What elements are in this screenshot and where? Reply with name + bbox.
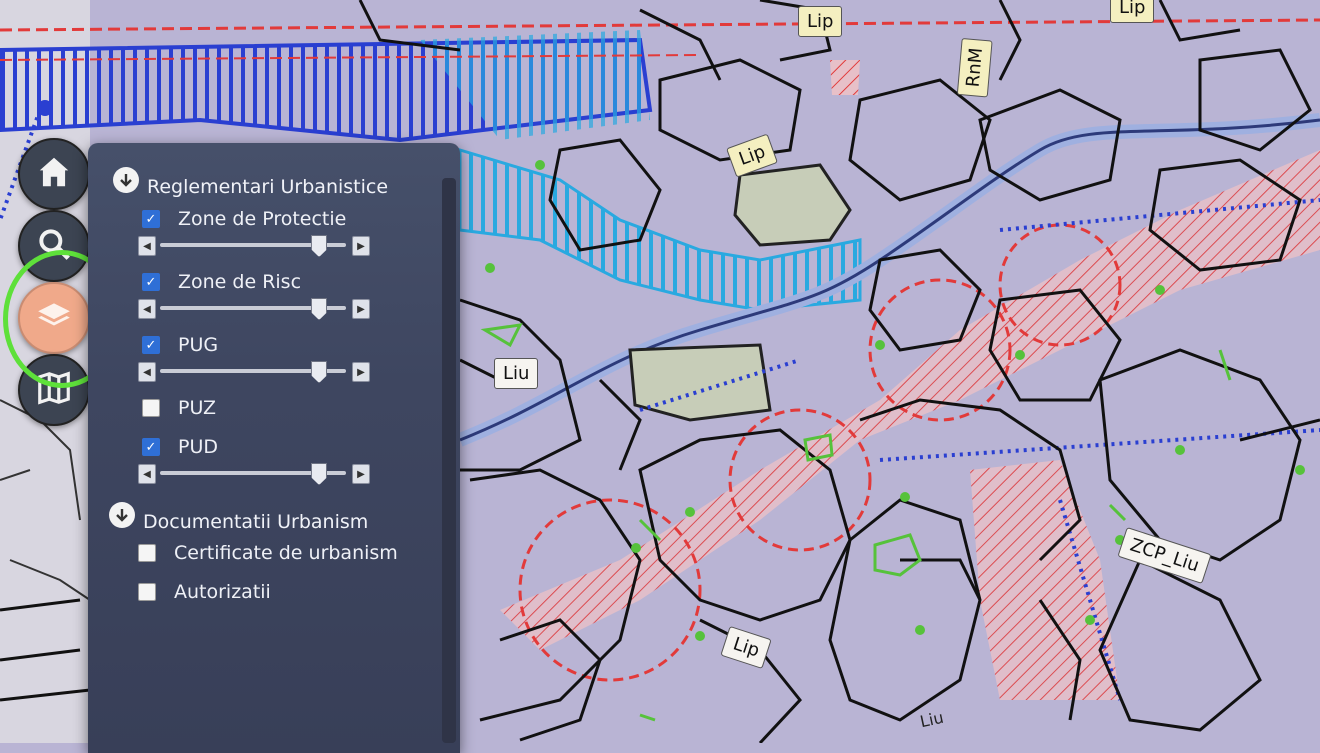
map-label-rnm: RnM — [956, 37, 993, 98]
home-icon — [35, 153, 73, 195]
slider-left-arrow-icon[interactable]: ◀ — [138, 299, 156, 319]
checkbox-certificate-de-urbanism[interactable] — [138, 544, 156, 562]
layer-zone-de-risc[interactable]: ✓ Zone de Risc — [142, 271, 301, 293]
opacity-slider-zone-de-risc[interactable]: ◀ ▶ — [138, 298, 370, 320]
layer-autorizatii[interactable]: Autorizatii — [138, 581, 271, 603]
map-label-lip-top: Lip — [798, 6, 843, 37]
layer-pud[interactable]: ✓ PUD — [142, 436, 218, 458]
layer-certificate-de-urbanism[interactable]: Certificate de urbanism — [138, 542, 398, 564]
layer-label: Zone de Protectie — [178, 208, 347, 230]
slider-right-arrow-icon[interactable]: ▶ — [352, 236, 370, 256]
slider-right-arrow-icon[interactable]: ▶ — [352, 362, 370, 382]
home-button[interactable] — [18, 138, 90, 210]
slider-thumb[interactable] — [311, 298, 328, 320]
risk-zone-small — [830, 60, 860, 95]
checkbox-autorizatii[interactable] — [138, 583, 156, 601]
layer-label: Autorizatii — [174, 581, 271, 603]
opacity-slider-zone-de-protectie[interactable]: ◀ ▶ — [138, 235, 370, 257]
slider-left-arrow-icon[interactable]: ◀ — [138, 362, 156, 382]
group-title: Documentatii Urbanism — [143, 511, 369, 533]
slider-thumb[interactable] — [311, 361, 328, 383]
layer-puz[interactable]: PUZ — [142, 397, 216, 419]
arrow-down-icon[interactable] — [113, 167, 139, 193]
checkbox-zone-de-protectie[interactable]: ✓ — [142, 210, 160, 228]
layer-label: PUG — [178, 334, 219, 356]
layer-label: PUZ — [178, 397, 217, 419]
slider-left-arrow-icon[interactable]: ◀ — [138, 464, 156, 484]
opacity-slider-pug[interactable]: ◀ ▶ — [138, 361, 370, 383]
layer-zone-de-protectie[interactable]: ✓ Zone de Protectie — [142, 208, 346, 230]
checkbox-pud[interactable]: ✓ — [142, 438, 160, 456]
layer-label: PUD — [178, 436, 218, 458]
map-label-liu-left: Liu — [494, 358, 539, 389]
slider-thumb[interactable] — [311, 463, 328, 485]
slider-thumb[interactable] — [311, 235, 328, 257]
group-reglementari-urbanistice[interactable]: Reglementari Urbanistice — [113, 162, 388, 198]
layer-label: Zone de Risc — [178, 271, 302, 293]
checkbox-pug[interactable]: ✓ — [142, 336, 160, 354]
opacity-slider-pud[interactable]: ◀ ▶ — [138, 463, 370, 485]
park-central — [628, 343, 772, 422]
checkbox-puz[interactable] — [142, 399, 160, 417]
slider-right-arrow-icon[interactable]: ▶ — [352, 299, 370, 319]
panel-scrollbar[interactable] — [442, 178, 456, 743]
layer-label: Certificate de urbanism — [174, 542, 398, 564]
checkbox-zone-de-risc[interactable]: ✓ — [142, 273, 160, 291]
arrow-down-icon[interactable] — [109, 502, 135, 528]
slider-right-arrow-icon[interactable]: ▶ — [352, 464, 370, 484]
map-label-lip-top-right: Lip — [1110, 0, 1155, 23]
group-title: Reglementari Urbanistice — [147, 176, 389, 198]
slider-left-arrow-icon[interactable]: ◀ — [138, 236, 156, 256]
layer-pug[interactable]: ✓ PUG — [142, 334, 218, 356]
group-documentatii-urbanism[interactable]: Documentatii Urbanism — [109, 497, 368, 533]
